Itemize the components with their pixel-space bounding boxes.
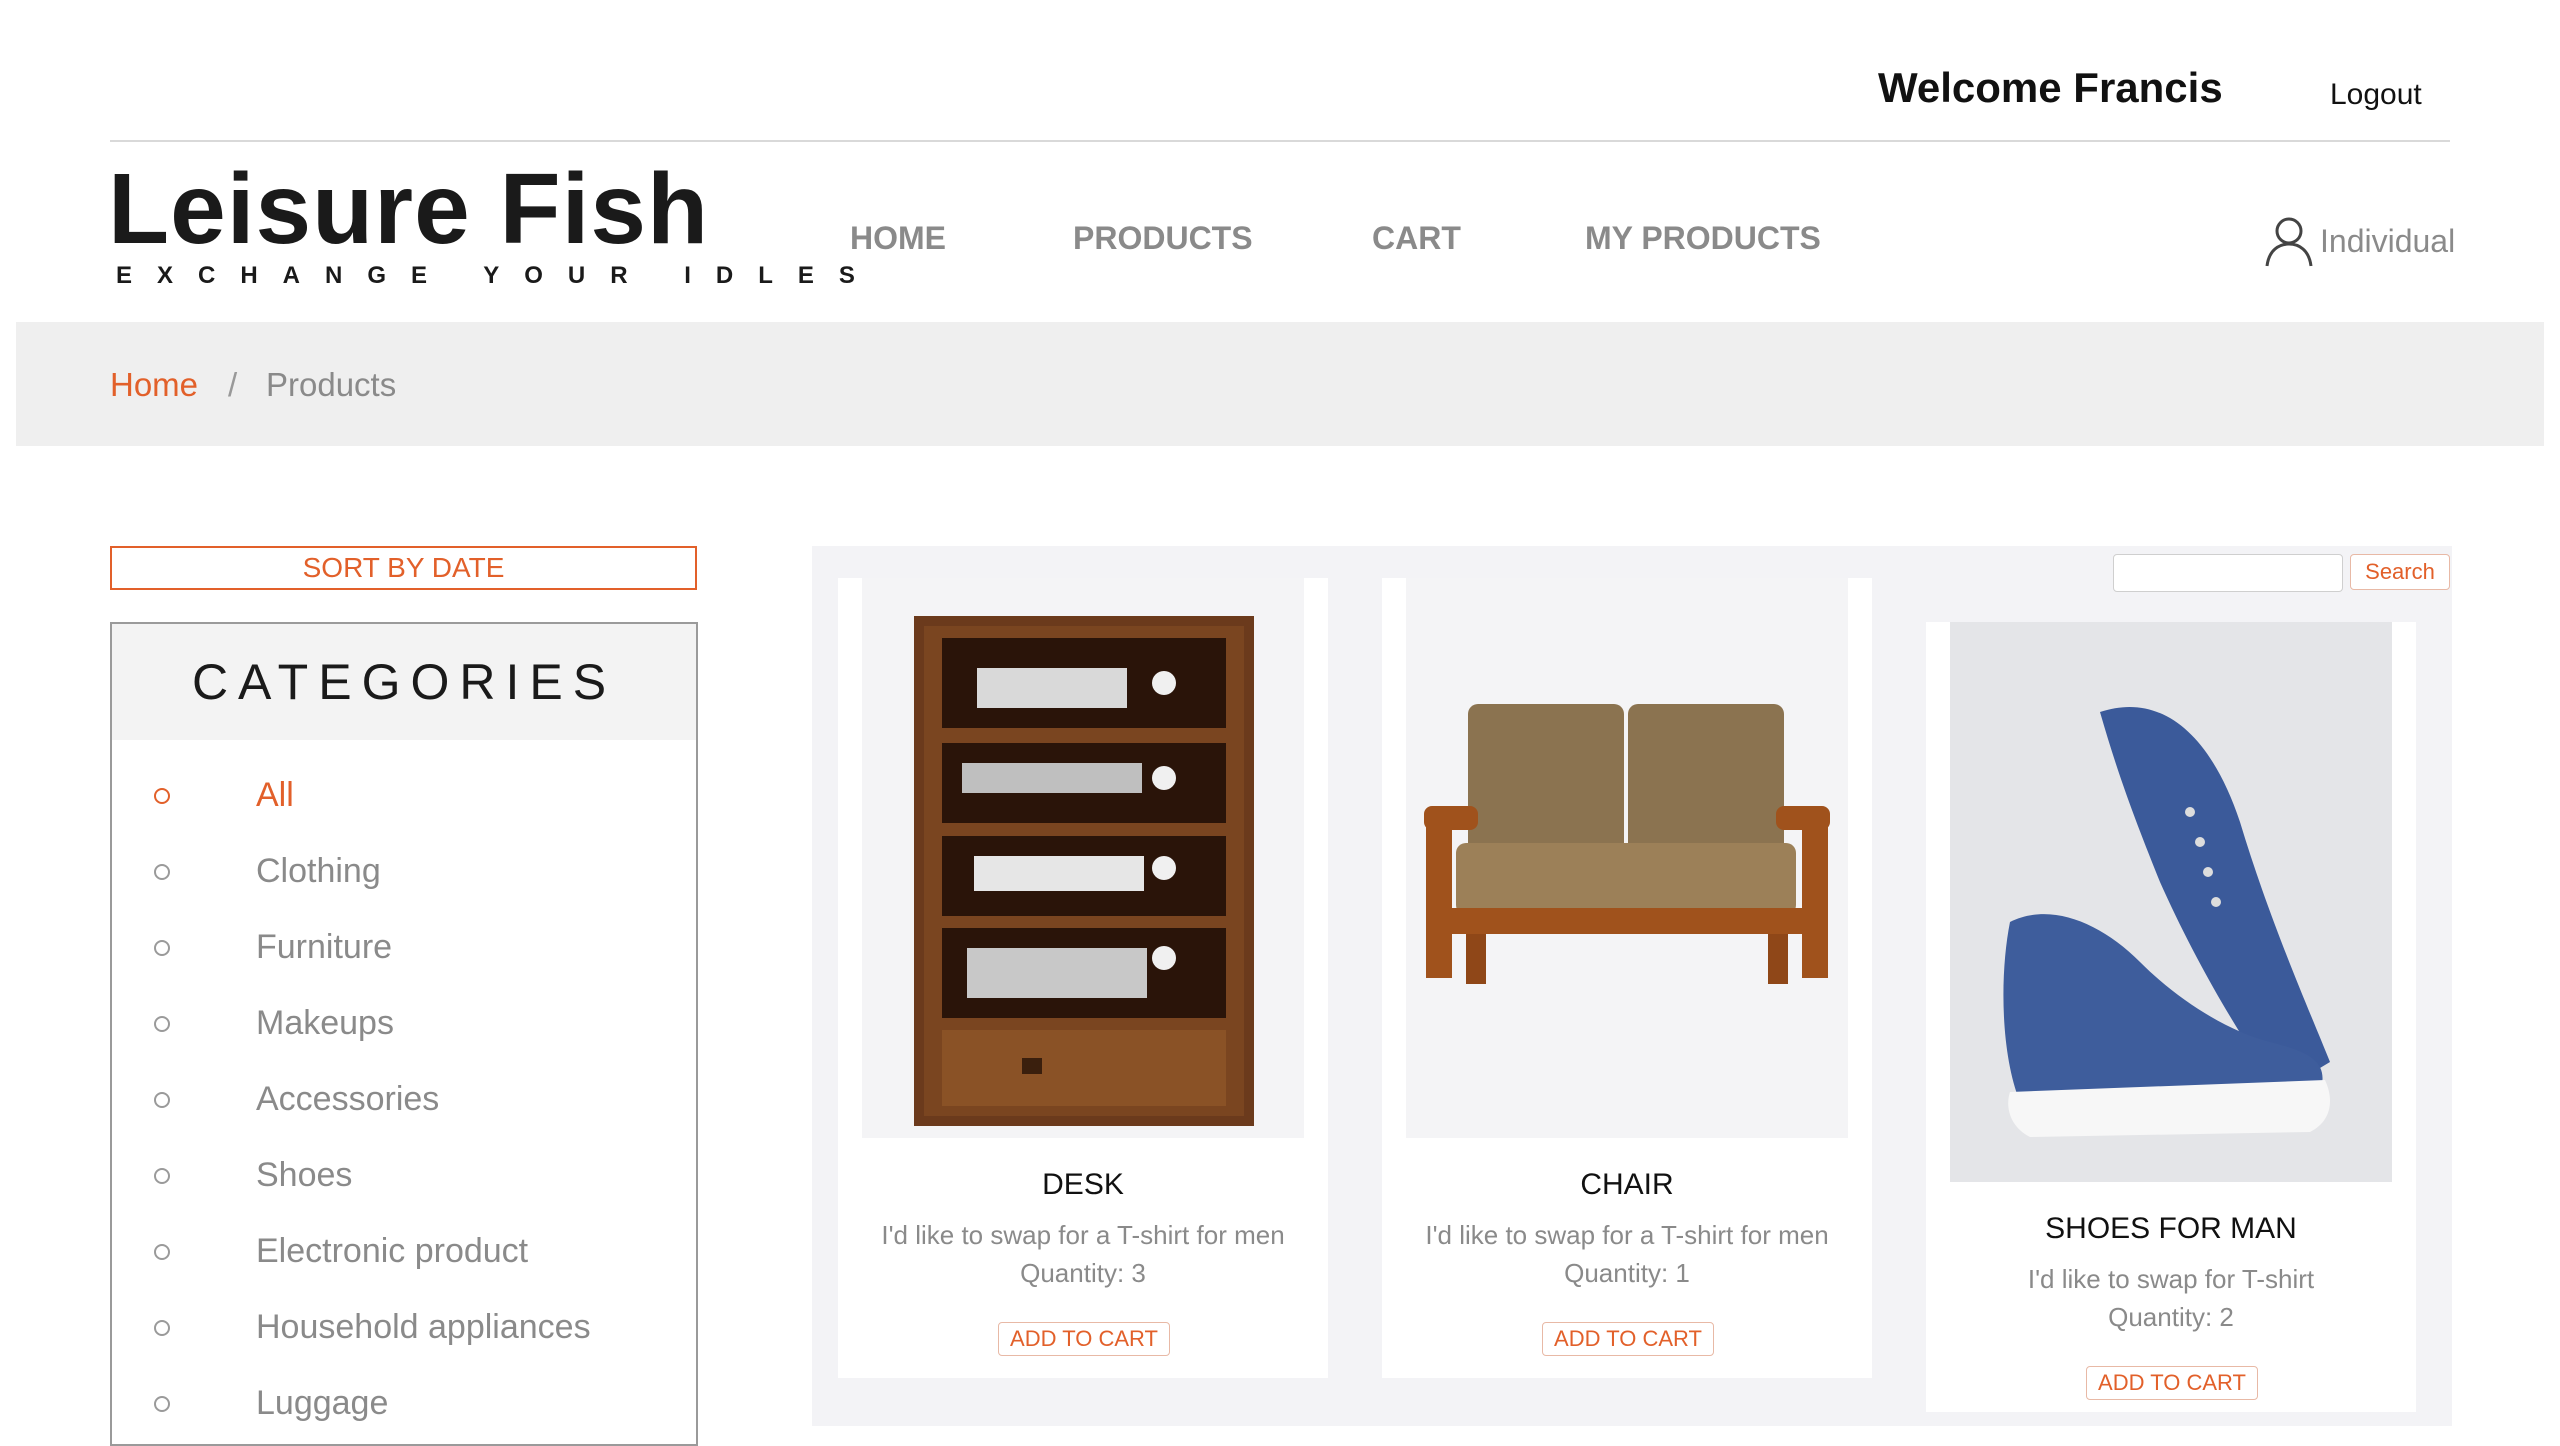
bullet-icon <box>154 1016 170 1032</box>
product-title[interactable]: DESK <box>838 1168 1328 1202</box>
category-label: All <box>256 776 294 814</box>
sneaker-image <box>1950 622 2392 1182</box>
product-title[interactable]: CHAIR <box>1382 1168 1872 1202</box>
category-shoes[interactable]: Shoes <box>112 1150 696 1210</box>
product-image[interactable] <box>862 578 1304 1138</box>
account-label: Individual <box>2320 222 2456 259</box>
product-title[interactable]: SHOES FOR MAN <box>1926 1212 2416 1246</box>
category-furniture[interactable]: Furniture <box>112 922 696 982</box>
breadcrumb-separator: / <box>228 366 238 403</box>
product-image[interactable] <box>1950 622 2392 1182</box>
add-to-cart-button[interactable]: ADD TO CART <box>1542 1322 1714 1356</box>
product-description: I'd like to swap for a T-shirt for men <box>881 1220 1285 1250</box>
product-quantity: Quantity: 2 <box>2108 1302 2234 1332</box>
product-quantity: Quantity: 1 <box>1564 1258 1690 1288</box>
categories-title: CATEGORIES <box>112 624 696 740</box>
breadcrumb-current: Products <box>266 366 397 403</box>
header-divider <box>110 140 2450 142</box>
bullet-icon <box>154 1320 170 1336</box>
category-label: Electronic product <box>256 1232 529 1270</box>
bullet-icon <box>154 1244 170 1260</box>
bullet-icon <box>154 864 170 880</box>
category-label: Furniture <box>256 928 393 966</box>
category-label: Accessories <box>256 1080 440 1118</box>
category-makeups[interactable]: Makeups <box>112 998 696 1058</box>
category-clothing[interactable]: Clothing <box>112 846 696 906</box>
bullet-icon <box>154 1092 170 1108</box>
product-image[interactable] <box>1406 578 1848 1138</box>
bullet-icon <box>154 1168 170 1184</box>
nav-my-products[interactable]: MY PRODUCTS <box>1585 220 1821 257</box>
categories-panel: CATEGORIES All Clothing Furniture Makeup… <box>110 622 698 1446</box>
search-input[interactable] <box>2113 554 2343 592</box>
product-card[interactable]: CHAIR I'd like to swap for a T-shirt for… <box>1382 578 1872 1378</box>
sort-by-date-button[interactable]: SORT BY DATE <box>110 546 697 590</box>
desk-shelf-image <box>914 616 1254 1126</box>
account-menu[interactable]: Individual <box>2262 214 2455 268</box>
bullet-icon <box>154 940 170 956</box>
welcome-text: Welcome Francis <box>1878 64 2223 111</box>
search-button[interactable]: Search <box>2350 554 2450 590</box>
category-electronic-product[interactable]: Electronic product <box>112 1226 696 1286</box>
category-label: Household appliances <box>256 1308 591 1346</box>
logo-subtitle: EXCHANGE YOUR IDLES <box>116 262 880 289</box>
category-label: Clothing <box>256 852 381 890</box>
product-description: I'd like to swap for T-shirt <box>2027 1264 2315 1294</box>
add-to-cart-button[interactable]: ADD TO CART <box>2086 1366 2258 1400</box>
logout-link[interactable]: Logout <box>2330 78 2422 112</box>
product-card[interactable]: DESK I'd like to swap for a T-shirt for … <box>838 578 1328 1378</box>
nav-home[interactable]: HOME <box>850 220 946 257</box>
breadcrumb-home-link[interactable]: Home <box>110 366 198 404</box>
sofa-chair-image <box>1424 704 1830 984</box>
category-label: Makeups <box>256 1004 394 1042</box>
product-quantity: Quantity: 3 <box>1020 1258 1146 1288</box>
user-icon <box>2265 217 2313 267</box>
category-household-appliances[interactable]: Household appliances <box>112 1302 696 1362</box>
bullet-icon <box>154 788 170 804</box>
nav-products[interactable]: PRODUCTS <box>1073 220 1253 257</box>
add-to-cart-button[interactable]: ADD TO CART <box>998 1322 1170 1356</box>
nav-cart[interactable]: CART <box>1372 220 1461 257</box>
category-label: Luggage <box>256 1384 389 1422</box>
logo-title[interactable]: Leisure Fish <box>108 152 709 267</box>
category-accessories[interactable]: Accessories <box>112 1074 696 1134</box>
product-description: I'd like to swap for a T-shirt for men <box>1425 1220 1829 1250</box>
product-card[interactable]: SHOES FOR MAN I'd like to swap for T-shi… <box>1926 622 2416 1412</box>
category-all[interactable]: All <box>112 770 696 830</box>
category-label: Shoes <box>256 1156 353 1194</box>
category-luggage[interactable]: Luggage <box>112 1378 696 1438</box>
